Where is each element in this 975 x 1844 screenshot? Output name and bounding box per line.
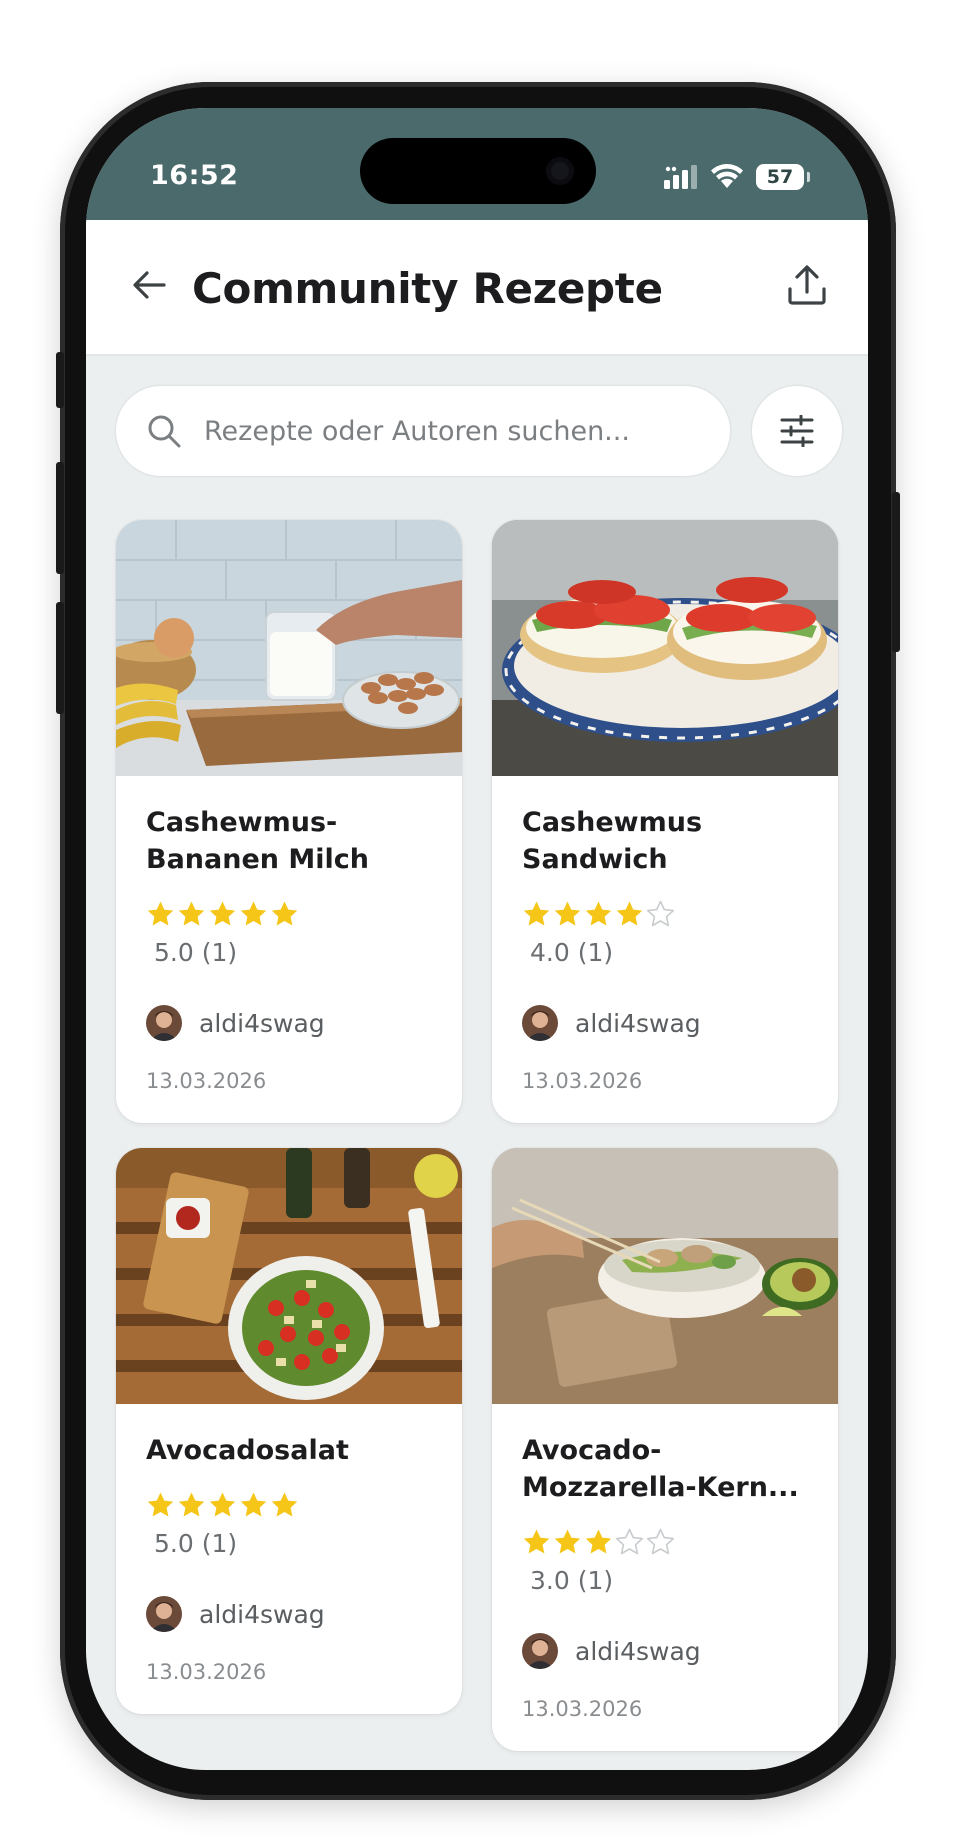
author-name: aldi4swag: [199, 1008, 325, 1038]
avatar: [522, 1633, 558, 1669]
recipe-date: 13.03.2026: [522, 1069, 643, 1093]
battery-icon: 57: [756, 164, 810, 190]
star-filled-icon: [585, 901, 612, 926]
recipe-title: Cashewmus- Bananen Milch: [146, 807, 370, 875]
star-filled-icon: [178, 901, 205, 926]
star-filled-icon: [240, 1492, 267, 1517]
recipe-image: [116, 1148, 462, 1404]
search-icon: [148, 415, 181, 448]
wifi-icon: [711, 164, 743, 188]
recipe-card[interactable]: Avocadosalat 5.0 (1) aldi4swag 13.03.202…: [116, 1148, 462, 1714]
recipe-date: 13.03.2026: [522, 1697, 643, 1721]
author-name: aldi4swag: [575, 1636, 701, 1666]
rating-text: 5.0 (1): [154, 1529, 238, 1558]
cellular-signal-icon: [664, 165, 697, 189]
rating-text: 5.0 (1): [154, 938, 238, 967]
page-title: Community Rezepte: [192, 264, 663, 313]
arrow-left-icon: [133, 271, 166, 299]
recipe-title: Cashewmus Sandwich: [522, 807, 703, 875]
volume-up-button: [56, 462, 64, 574]
share-button[interactable]: [780, 258, 834, 312]
star-filled-icon: [585, 1529, 612, 1554]
rating-stars: [522, 1528, 808, 1558]
recipe-image: [492, 520, 838, 776]
user-avatar-icon: [522, 1005, 558, 1041]
rating-stars: [522, 900, 808, 930]
star-filled-icon: [240, 901, 267, 926]
star-filled-icon: [523, 1529, 550, 1554]
status-time: 16:52: [150, 160, 239, 191]
status-bar: 16:52 57: [86, 108, 868, 220]
system-icons: 57: [664, 160, 810, 194]
dynamic-island: [360, 138, 596, 204]
star-filled-icon: [554, 901, 581, 926]
avatar: [146, 1005, 182, 1041]
user-avatar-icon: [146, 1596, 182, 1632]
volume-down-button: [56, 602, 64, 714]
author-name: aldi4swag: [575, 1008, 701, 1038]
author-row[interactable]: aldi4swag: [146, 1005, 432, 1041]
power-button: [892, 492, 900, 652]
search-bar[interactable]: [116, 386, 730, 476]
star-filled-icon: [209, 1492, 236, 1517]
search-input[interactable]: [202, 414, 706, 448]
user-avatar-icon: [146, 1005, 182, 1041]
star-filled-icon: [147, 1492, 174, 1517]
recipe-title: Avocado- Mozzarella-Kern...: [522, 1435, 799, 1503]
star-filled-icon: [271, 901, 298, 926]
author-row[interactable]: aldi4swag: [522, 1633, 808, 1669]
recipe-date: 13.03.2026: [146, 1660, 267, 1684]
author-row[interactable]: aldi4swag: [522, 1005, 808, 1041]
author-row[interactable]: aldi4swag: [146, 1596, 432, 1632]
star-filled-icon: [209, 901, 236, 926]
star-filled-icon: [523, 901, 550, 926]
app-header: Community Rezepte: [86, 220, 868, 356]
recipe-card[interactable]: Cashewmus- Bananen Milch 5.0 (1) aldi4swa…: [116, 520, 462, 1123]
user-avatar-icon: [522, 1633, 558, 1669]
star-empty-icon: [647, 1528, 674, 1555]
recipe-image: [116, 520, 462, 776]
star-filled-icon: [554, 1529, 581, 1554]
filter-button[interactable]: [752, 386, 842, 476]
star-filled-icon: [616, 901, 643, 926]
recipe-card[interactable]: Avocado- Mozzarella-Kern... 3.0 (1) aldi4…: [492, 1148, 838, 1751]
sliders-icon: [780, 415, 814, 447]
rating-text: 3.0 (1): [530, 1566, 614, 1595]
avatar: [522, 1005, 558, 1041]
mute-switch: [56, 352, 64, 408]
avatar: [146, 1596, 182, 1632]
star-filled-icon: [271, 1492, 298, 1517]
rating-stars: [146, 900, 432, 930]
app-screen: 16:52 57 Community Rezepte Rezepte oder …: [86, 108, 868, 1770]
star-empty-icon: [616, 1528, 643, 1555]
share-upload-icon: [788, 265, 826, 305]
author-name: aldi4swag: [199, 1599, 325, 1629]
star-filled-icon: [147, 901, 174, 926]
star-empty-icon: [647, 900, 674, 927]
recipe-date: 13.03.2026: [146, 1069, 267, 1093]
recipe-title: Avocadosalat: [146, 1435, 349, 1466]
camera-icon: [546, 157, 574, 185]
back-button[interactable]: [124, 260, 174, 310]
rating-text: 4.0 (1): [530, 938, 614, 967]
star-filled-icon: [178, 1492, 205, 1517]
rating-stars: [146, 1491, 432, 1521]
recipe-image: [492, 1148, 838, 1404]
recipe-card[interactable]: Cashewmus Sandwich 4.0 (1) aldi4swag 13.0…: [492, 520, 838, 1123]
